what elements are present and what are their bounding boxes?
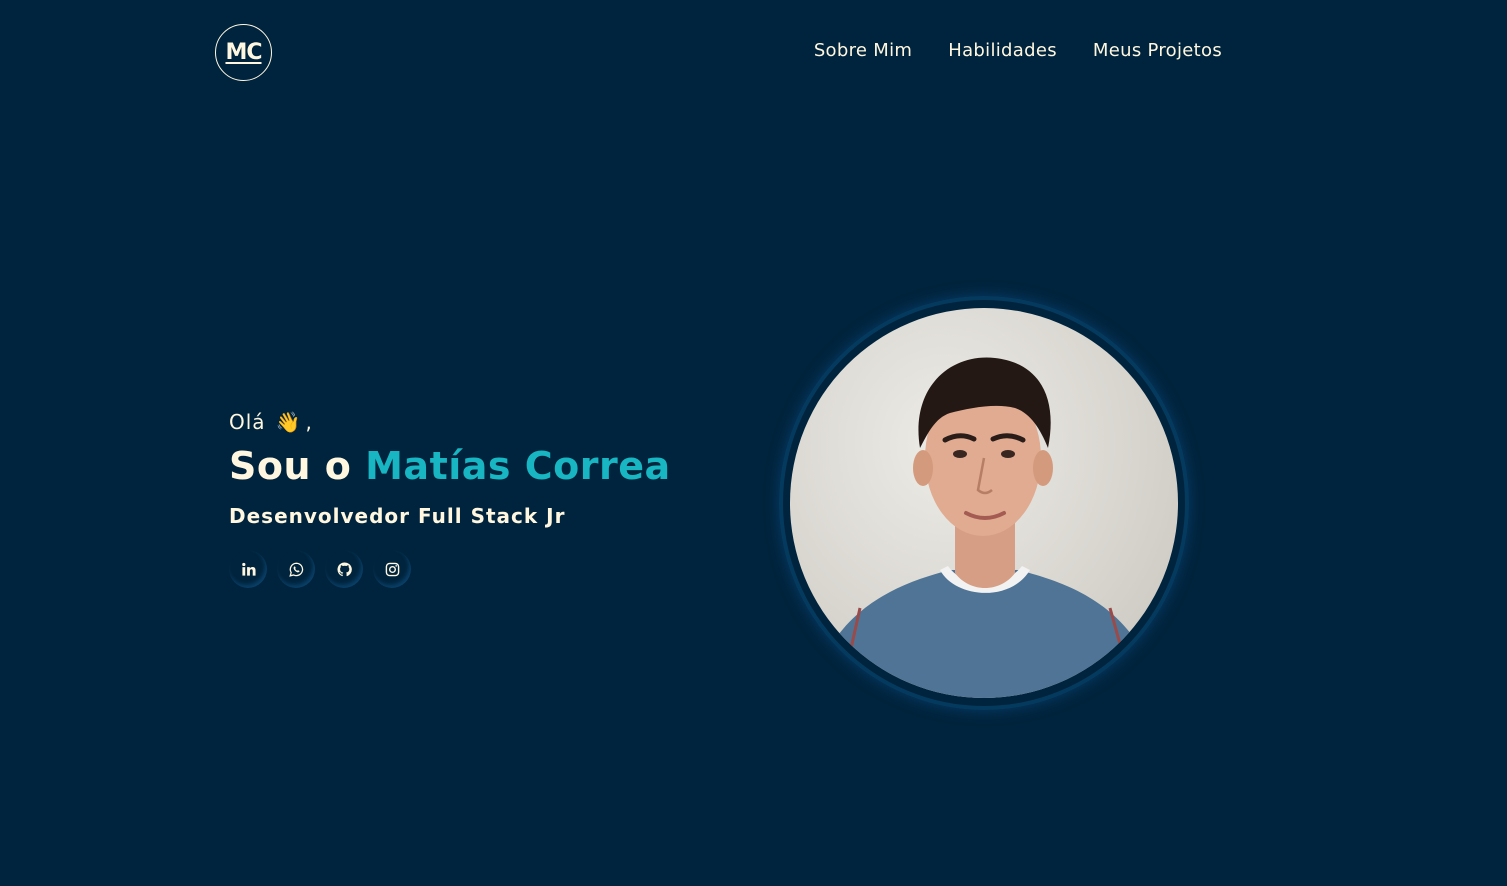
logo[interactable]: MC — [215, 24, 272, 81]
headline: Sou o Matías Correa — [229, 444, 671, 488]
main-nav: Sobre Mim Habilidades Meus Projetos — [814, 40, 1222, 61]
person-illustration — [810, 357, 1160, 698]
job-title: Desenvolvedor Full Stack Jr — [229, 504, 566, 528]
waving-hand-icon: 👋 — [275, 410, 302, 434]
linkedin-button[interactable] — [229, 550, 267, 588]
nav-link-meus-projetos[interactable]: Meus Projetos — [1093, 40, 1222, 61]
person-name: Matías Correa — [365, 444, 671, 488]
hero-intro: Olá 👋 , Sou o Matías Correa Desenvolvedo… — [229, 410, 671, 588]
logo-text: MC — [225, 40, 262, 65]
instagram-button[interactable] — [373, 550, 411, 588]
whatsapp-button[interactable] — [277, 550, 315, 588]
instagram-icon — [385, 562, 399, 576]
social-links — [229, 550, 671, 588]
github-icon — [336, 561, 352, 576]
profile-photo — [790, 308, 1178, 698]
nav-link-sobre-mim[interactable]: Sobre Mim — [814, 40, 912, 61]
profile-photo-frame — [779, 296, 1189, 710]
whatsapp-icon — [288, 562, 303, 577]
greeting: Olá 👋 , — [229, 410, 671, 434]
linkedin-icon — [241, 562, 256, 576]
greeting-text: Olá — [229, 410, 266, 434]
headline-prefix: Sou o — [229, 444, 352, 488]
github-button[interactable] — [325, 550, 363, 588]
nav-link-habilidades[interactable]: Habilidades — [948, 40, 1057, 61]
greeting-suffix: , — [305, 410, 313, 434]
